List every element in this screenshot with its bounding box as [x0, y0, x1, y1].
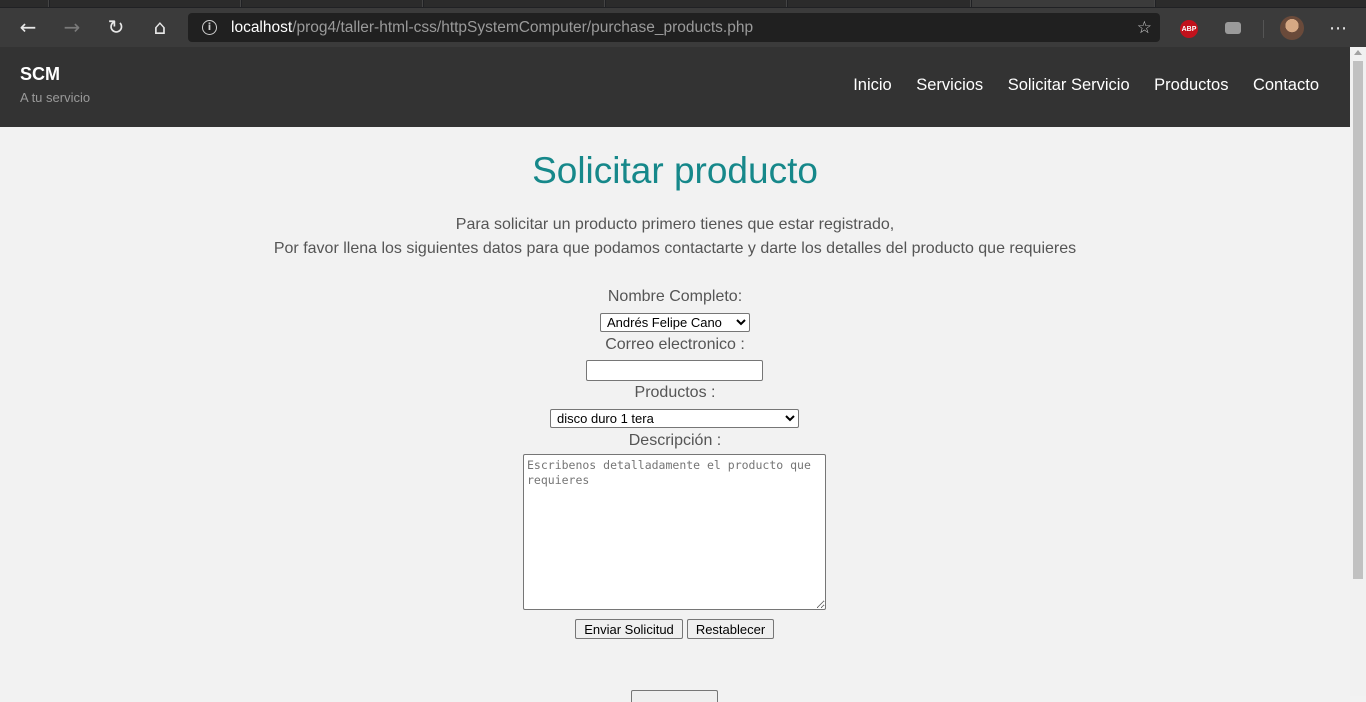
description-textarea[interactable]	[523, 454, 826, 610]
site-brand[interactable]: SCM	[20, 64, 60, 85]
toolbar-divider	[1263, 20, 1264, 38]
scroll-up-arrow-icon[interactable]	[1354, 50, 1362, 55]
browser-tab[interactable]	[50, 0, 241, 7]
scrollbar-thumb[interactable]	[1353, 61, 1363, 579]
site-tagline: A tu servicio	[20, 90, 91, 105]
email-field[interactable]	[586, 360, 763, 381]
browser-tab[interactable]	[424, 0, 605, 7]
intro-line-2: Por favor llena los siguientes datos par…	[273, 240, 1077, 257]
adblock-label: ABP	[1181, 25, 1197, 33]
products-label: Productos :	[634, 384, 716, 401]
home-icon[interactable]: ⌂	[145, 12, 175, 42]
main-content: Solicitar producto Para solicitar un pro…	[0, 127, 1350, 702]
name-select[interactable]: Andrés Felipe Cano	[600, 313, 750, 332]
email-label: Correo electronico :	[605, 336, 745, 353]
add-favorite-icon[interactable]: ☆	[1137, 18, 1152, 38]
tab-strip	[0, 0, 1366, 8]
products-select[interactable]: disco duro 1 tera	[550, 409, 799, 428]
browser-tab[interactable]	[788, 0, 971, 7]
browser-tab-active[interactable]	[972, 0, 1155, 7]
info-icon[interactable]: i	[202, 20, 217, 35]
page-title: Solicitar producto	[532, 150, 818, 191]
browser-tab[interactable]	[606, 0, 787, 7]
reset-button[interactable]: Restablecer	[687, 619, 774, 639]
site-header: SCM A tu servicio Inicio Servicios Solic…	[0, 47, 1350, 127]
main-nav: Inicio Servicios Solicitar Servicio Prod…	[853, 76, 1350, 95]
nav-solicitar-servicio[interactable]: Solicitar Servicio	[1008, 76, 1130, 95]
url-text[interactable]: localhost/prog4/taller-html-css/httpSyst…	[231, 19, 753, 37]
description-label: Descripción :	[628, 432, 722, 449]
browser-tab[interactable]	[242, 0, 423, 7]
nav-contacto[interactable]: Contacto	[1253, 76, 1319, 95]
back-arrow-icon[interactable]: ←	[13, 12, 43, 42]
submit-button[interactable]: Enviar Solicitud	[575, 619, 683, 639]
nav-productos[interactable]: Productos	[1154, 76, 1228, 95]
url-path: /prog4/taller-html-css/httpSystemCompute…	[292, 18, 754, 36]
adblock-icon[interactable]: ABP	[1180, 20, 1198, 38]
url-host: localhost	[231, 18, 293, 36]
more-options-icon[interactable]: ⋯	[1326, 16, 1350, 40]
browser-toolbar: ← → ↻ ⌂ i localhost/prog4/taller-html-cs…	[0, 8, 1366, 47]
forward-arrow-icon[interactable]: →	[57, 12, 87, 42]
intro-line-1: Para solicitar un producto primero tiene…	[455, 216, 895, 233]
nav-servicios[interactable]: Servicios	[916, 76, 983, 95]
nav-inicio[interactable]: Inicio	[853, 76, 892, 95]
browser-tab[interactable]	[1156, 0, 1366, 7]
address-bar[interactable]: i localhost/prog4/taller-html-css/httpSy…	[188, 13, 1160, 42]
profile-avatar[interactable]	[1280, 16, 1304, 40]
extension-icon[interactable]	[1225, 22, 1241, 34]
name-label: Nombre Completo:	[607, 288, 743, 305]
page-scrollbar[interactable]	[1350, 47, 1366, 696]
partial-button[interactable]	[631, 690, 718, 702]
refresh-icon[interactable]: ↻	[101, 12, 131, 42]
browser-tab[interactable]	[0, 0, 49, 7]
